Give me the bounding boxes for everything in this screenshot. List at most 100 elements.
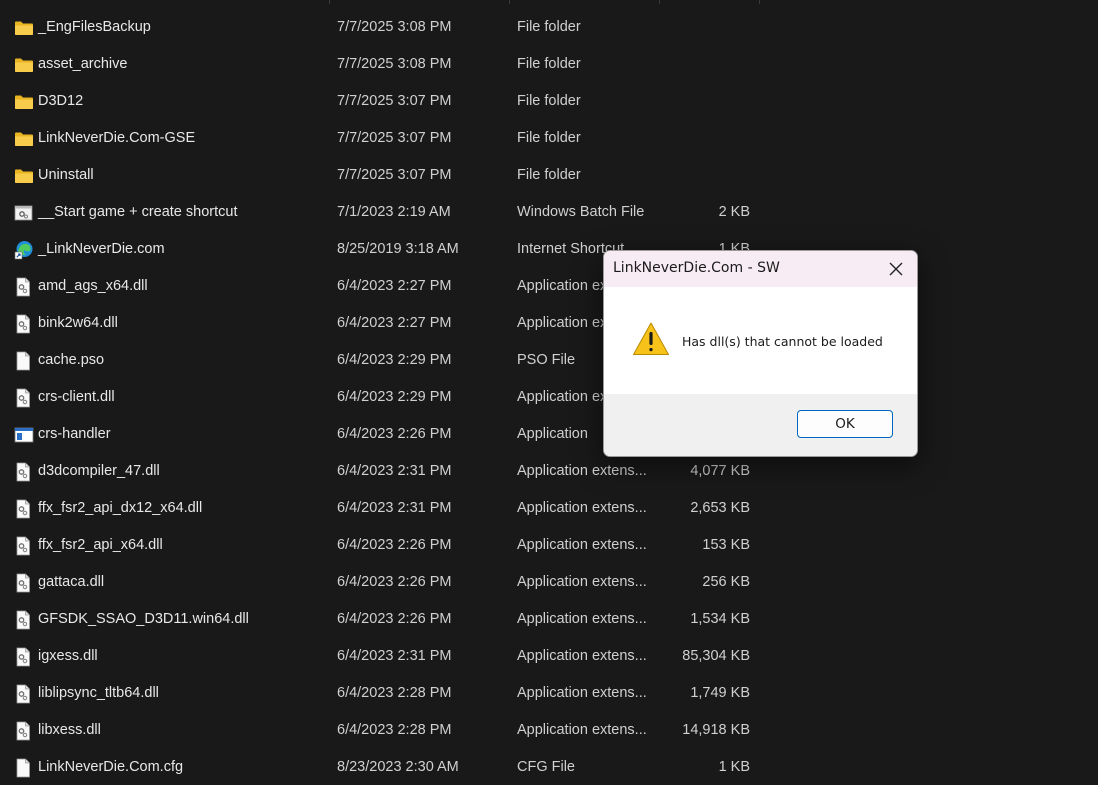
file-name: LinkNeverDie.Com.cfg [38,759,184,775]
dll-file-icon [14,601,34,638]
file-row[interactable]: __Start game + create shortcut 7/1/2023 2… [0,194,1098,231]
file-date-modified: 7/7/2025 3:07 PM [337,130,452,146]
file-name: d3dcompiler_47.dll [38,463,160,479]
file-name: liblipsync_tltb64.dll [38,685,159,701]
folder-icon [14,9,34,46]
edge-shortcut-icon [14,231,34,268]
dialog-body: Has dll(s) that cannot be loaded [604,287,917,394]
blank-file-icon [14,342,34,379]
file-row[interactable]: libxess.dll 6/4/2023 2:28 PM Application e… [0,712,1098,749]
file-row[interactable]: gattaca.dll 6/4/2023 2:26 PM Application e… [0,564,1098,601]
file-name: LinkNeverDie.Com-GSE [38,130,196,146]
file-date-modified: 7/7/2025 3:08 PM [337,56,452,72]
file-row[interactable]: LinkNeverDie.Com.cfg 8/23/2023 2:30 AM CFG… [0,749,1098,785]
file-row[interactable]: D3D12 7/7/2025 3:07 PM File folder [0,83,1098,120]
file-row[interactable]: ffx_fsr2_api_dx12_x64.dll 6/4/2023 2:31 P… [0,490,1098,527]
close-icon[interactable] [886,259,906,279]
file-date-modified: 6/4/2023 2:26 PM [337,537,452,553]
file-type: File folder [517,93,581,109]
file-date-modified: 7/7/2025 3:08 PM [337,19,452,35]
file-size: 2 KB [718,204,750,220]
file-size: 2,653 KB [690,500,750,516]
file-row[interactable]: cache.pso 6/4/2023 2:29 PM PSO File [0,342,1098,379]
file-row[interactable]: asset_archive 7/7/2025 3:08 PM File folder [0,46,1098,83]
dialog-title-bar[interactable]: LinkNeverDie.Com - SW [604,251,917,287]
file-name: _LinkNeverDie.com [38,241,165,257]
file-date-modified: 6/4/2023 2:31 PM [337,648,452,664]
file-size: 1,534 KB [690,611,750,627]
file-explorer-window: _EngFilesBackup 7/7/2025 3:08 PM File fold… [0,0,1098,785]
file-date-modified: 6/4/2023 2:26 PM [337,574,452,590]
column-separator[interactable] [659,0,660,4]
file-date-modified: 7/7/2025 3:07 PM [337,167,452,183]
file-size: 4,077 KB [690,463,750,479]
file-name: ffx_fsr2_api_dx12_x64.dll [38,500,203,516]
file-type: PSO File [517,352,576,368]
file-name: cache.pso [38,352,105,368]
dll-file-icon [14,564,34,601]
file-row[interactable]: crs-handler 6/4/2023 2:26 PM Application [0,416,1098,453]
file-date-modified: 6/4/2023 2:31 PM [337,463,452,479]
file-date-modified: 6/4/2023 2:29 PM [337,352,452,368]
file-type: Application extens... [517,722,647,738]
file-row[interactable]: crs-client.dll 6/4/2023 2:29 PM Applicatio… [0,379,1098,416]
dialog-message: Has dll(s) that cannot be loaded [682,334,883,349]
column-separator[interactable] [329,0,330,4]
file-row[interactable]: Uninstall 7/7/2025 3:07 PM File folder [0,157,1098,194]
file-type: CFG File [517,759,575,775]
ok-button[interactable]: OK [797,410,893,438]
dll-file-icon [14,305,34,342]
file-date-modified: 7/1/2023 2:19 AM [337,204,451,220]
column-separator[interactable] [759,0,760,4]
file-date-modified: 8/23/2023 2:30 AM [337,759,459,775]
dll-file-icon [14,675,34,712]
file-row[interactable]: igxess.dll 6/4/2023 2:31 PM Application ex… [0,638,1098,675]
dll-file-icon [14,268,34,305]
file-list: _EngFilesBackup 7/7/2025 3:08 PM File fold… [0,9,1098,785]
file-name: amd_ags_x64.dll [38,278,148,294]
blank-file-icon [14,749,34,785]
file-name: crs-client.dll [38,389,115,405]
file-date-modified: 6/4/2023 2:26 PM [337,426,452,442]
file-row[interactable]: ffx_fsr2_api_x64.dll 6/4/2023 2:26 PM Appl… [0,527,1098,564]
dll-file-icon [14,453,34,490]
file-type: File folder [517,130,581,146]
dialog-footer: OK [604,394,917,456]
folder-icon [14,157,34,194]
file-date-modified: 6/4/2023 2:28 PM [337,722,452,738]
batch-file-icon [14,194,34,231]
file-date-modified: 6/4/2023 2:31 PM [337,500,452,516]
column-separator[interactable] [509,0,510,4]
file-row[interactable]: d3dcompiler_47.dll 6/4/2023 2:31 PM Applic… [0,453,1098,490]
file-type: Application extens... [517,463,647,479]
file-date-modified: 6/4/2023 2:27 PM [337,278,452,294]
folder-icon [14,120,34,157]
file-name: asset_archive [38,56,128,72]
dll-file-icon [14,379,34,416]
file-row[interactable]: GFSDK_SSAO_D3D11.win64.dll 6/4/2023 2:26 … [0,601,1098,638]
file-name: ffx_fsr2_api_x64.dll [38,537,163,553]
file-row[interactable]: _EngFilesBackup 7/7/2025 3:08 PM File fold… [0,9,1098,46]
file-row[interactable]: liblipsync_tltb64.dll 6/4/2023 2:28 PM App… [0,675,1098,712]
file-date-modified: 8/25/2019 3:18 AM [337,241,459,257]
file-row[interactable]: LinkNeverDie.Com-GSE 7/7/2025 3:07 PM File… [0,120,1098,157]
file-row[interactable]: bink2w64.dll 6/4/2023 2:27 PM Application … [0,305,1098,342]
file-size: 256 KB [702,574,750,590]
folder-icon [14,83,34,120]
file-date-modified: 6/4/2023 2:29 PM [337,389,452,405]
file-row[interactable]: _LinkNeverDie.com 8/25/2019 3:18 AM Intern… [0,231,1098,268]
file-date-modified: 6/4/2023 2:28 PM [337,685,452,701]
file-name: igxess.dll [38,648,98,664]
file-type: Application extens... [517,648,647,664]
file-date-modified: 7/7/2025 3:07 PM [337,93,452,109]
dll-file-icon [14,712,34,749]
file-row[interactable]: amd_ags_x64.dll 6/4/2023 2:27 PM Applicati… [0,268,1098,305]
file-name: __Start game + create shortcut [38,204,238,220]
file-type: Application [517,426,588,442]
error-dialog: LinkNeverDie.Com - SW Has dll(s) that ca… [603,250,918,457]
file-name: GFSDK_SSAO_D3D11.win64.dll [38,611,249,627]
dll-file-icon [14,490,34,527]
file-size: 153 KB [702,537,750,553]
file-name: D3D12 [38,93,84,109]
file-size: 1,749 KB [690,685,750,701]
